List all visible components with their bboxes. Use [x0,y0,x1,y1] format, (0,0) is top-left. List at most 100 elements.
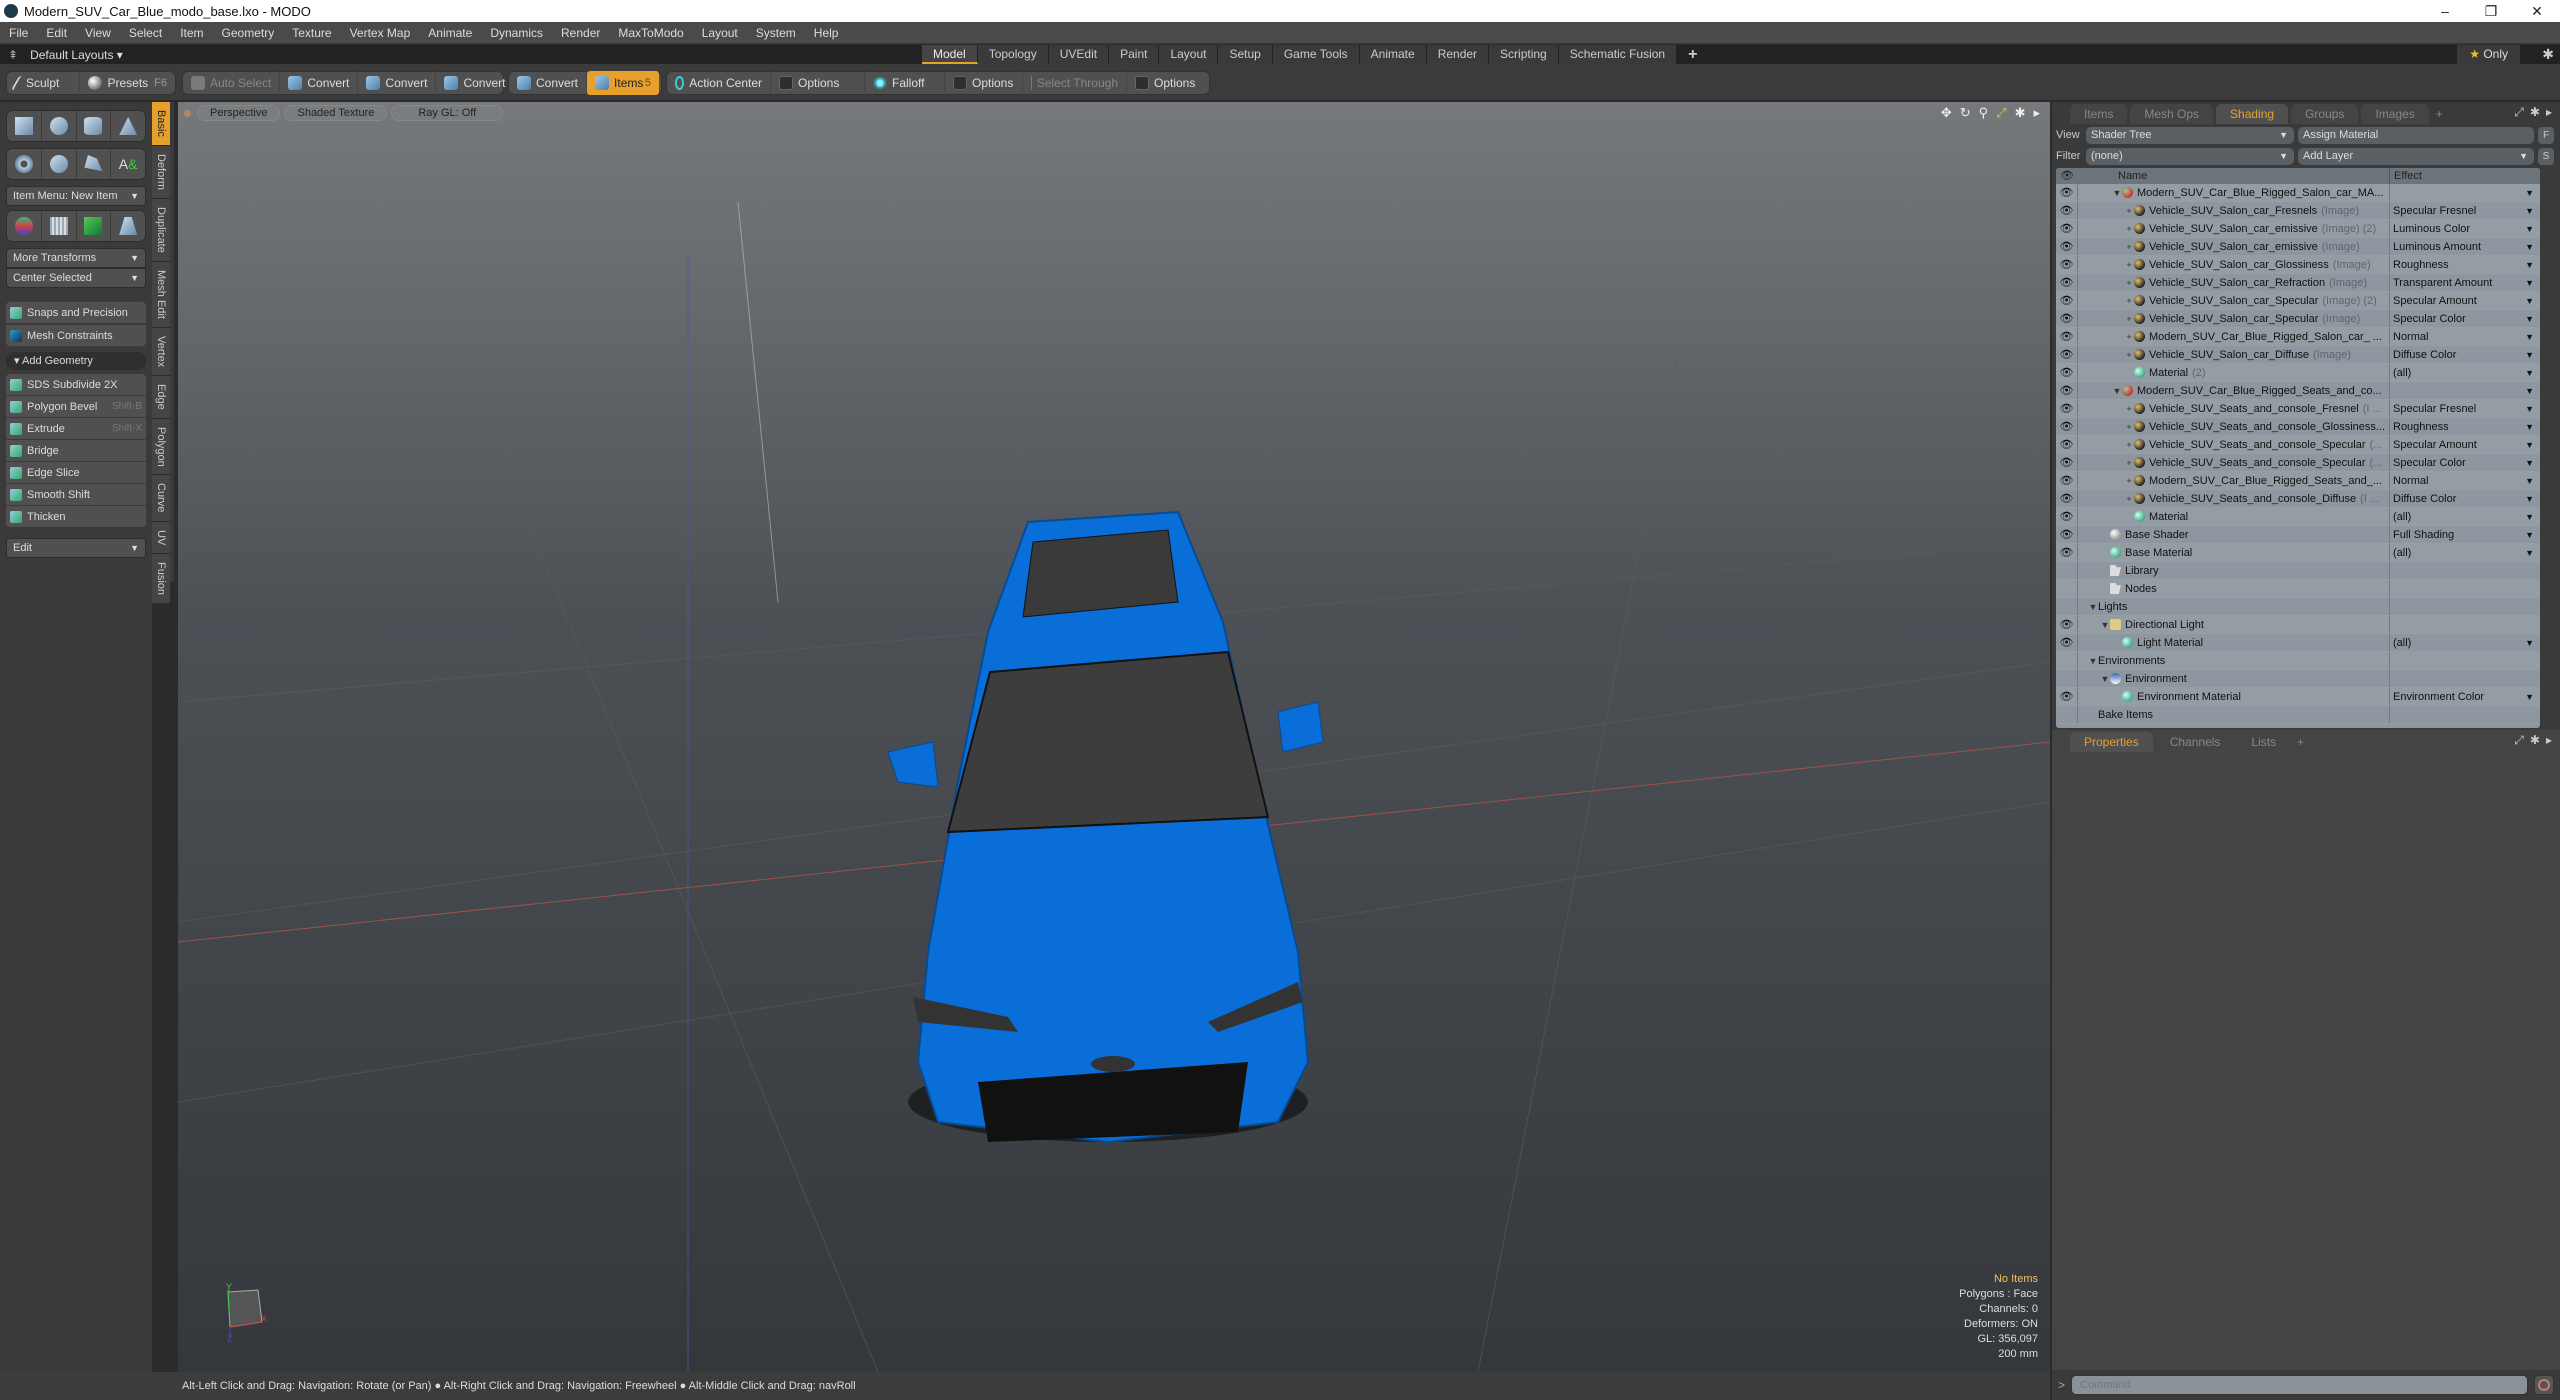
effect-cell[interactable]: Full Shading ▼ [2390,526,2540,543]
panel-tab-items[interactable]: Items [2070,104,2128,124]
convert-polygons-button[interactable]: Convert [436,71,513,95]
chevron-down-icon[interactable]: ▼ [2525,382,2534,400]
chevron-down-icon[interactable]: ▼ [2525,292,2534,310]
f-button[interactable]: F [2538,126,2554,144]
palette-tab-polygon[interactable]: Polygon [152,418,170,476]
maximize-panel-icon[interactable]: ⤢ [2514,105,2524,120]
effect-cell[interactable]: Roughness ▼ [2390,418,2540,435]
view-select[interactable]: Shader Tree ▼ [2086,126,2294,144]
shader-tree-row[interactable]: ▼ Environments [2056,652,2540,670]
tool-bridge[interactable]: Bridge [6,440,146,462]
mesh-constraints-button[interactable]: Mesh Constraints [6,325,146,347]
select-through-options-button[interactable]: Options [1127,71,1203,95]
visibility-eye-icon[interactable]: 👁 [2056,364,2078,381]
expand-plus-icon[interactable]: + [2124,490,2134,507]
tab-setup[interactable]: Setup [1218,45,1273,64]
taper-tool[interactable] [111,211,145,241]
chevron-down-icon[interactable]: ▼ [2525,472,2534,490]
visibility-eye-icon[interactable]: 👁 [2056,346,2078,363]
shader-tree-row[interactable]: 👁 + Vehicle_SUV_Salon_car_Fresnels (Image) S… [2056,202,2540,220]
maximize-icon[interactable]: ⤢ [1996,105,2006,121]
palette-tab-curve[interactable]: Curve [152,475,170,522]
shader-tree-row[interactable]: 👁 + Vehicle_SUV_Seats_and_console_Specular… [2056,436,2540,454]
cube-tool[interactable] [7,111,42,141]
capsule-tool[interactable] [42,149,77,179]
effect-cell[interactable]: Specular Fresnel ▼ [2390,202,2540,219]
effect-cell[interactable]: Specular Amount ▼ [2390,436,2540,453]
chevron-down-icon[interactable]: ▼ [2525,418,2534,436]
visibility-eye-icon[interactable]: 👁 [2056,274,2078,291]
tab-render[interactable]: Render [1426,45,1490,64]
expand-plus-icon[interactable]: + [2124,400,2134,417]
collapse-arrow-icon[interactable]: ▼ [2100,670,2110,687]
auto-select-button[interactable]: Auto Select [183,71,281,95]
chevron-down-icon[interactable]: ▼ [2525,454,2534,472]
effect-cell[interactable]: (all) ▼ [2390,364,2540,381]
collapse-arrow-icon[interactable]: ▼ [2100,616,2110,633]
name-column-header[interactable]: Name [2078,168,2390,184]
menu-help[interactable]: Help [805,26,848,40]
expand-plus-icon[interactable]: + [2124,274,2134,291]
menu-geometry[interactable]: Geometry [213,26,284,40]
shader-tree-row[interactable]: 👁 Base Material (all) ▼ [2056,544,2540,562]
chevron-down-icon[interactable]: ▼ [2525,274,2534,292]
shader-tree-row[interactable]: 👁 Base Shader Full Shading ▼ [2056,526,2540,544]
expand-plus-icon[interactable]: + [2124,220,2134,237]
torus-tool[interactable] [7,149,42,179]
chevron-down-icon[interactable]: ▼ [2525,202,2534,220]
visibility-eye-icon[interactable]: 👁 [2056,688,2078,705]
tool-edge-slice[interactable]: Edge Slice [6,462,146,484]
shader-tree-row[interactable]: 👁 + Vehicle_SUV_Seats_and_console_Glossine… [2056,418,2540,436]
zoom-icon[interactable]: ⚲ [1979,105,1989,121]
assign-material-button[interactable]: Assign Material [2298,126,2534,144]
visibility-eye-icon[interactable]: 👁 [2056,436,2078,453]
viewport-menu-dot[interactable] [184,109,191,117]
chevron-down-icon[interactable]: ▼ [2525,436,2534,454]
palette-tab-deform[interactable]: Deform [152,145,170,199]
panel-tab-lists[interactable]: Lists [2237,732,2291,752]
chevron-down-icon[interactable]: ▼ [2525,688,2534,706]
visibility-eye-icon[interactable]: 👁 [2056,292,2078,309]
convert-edges-button[interactable]: Convert [358,71,437,95]
chevron-down-icon[interactable]: ▼ [2525,256,2534,274]
transform-tool[interactable] [7,211,42,241]
shader-tree-row[interactable]: 👁 + Vehicle_SUV_Salon_car_Specular (Image) … [2056,292,2540,310]
add-panel-tab-button[interactable]: + [2293,732,2308,752]
shader-tree-row[interactable]: Nodes [2056,580,2540,598]
effect-cell[interactable]: Specular Amount ▼ [2390,292,2540,309]
effect-cell[interactable]: Transparent Amount ▼ [2390,274,2540,291]
shader-tree-row[interactable]: 👁 + Vehicle_SUV_Salon_car_Refraction (Image… [2056,274,2540,292]
expand-plus-icon[interactable]: + [2124,202,2134,219]
palette-tab-edge[interactable]: Edge [152,375,170,419]
panel-gear-icon[interactable]: ✱ [2530,733,2540,748]
effect-cell[interactable]: Normal ▼ [2390,472,2540,489]
palette-tab-mesh-edit[interactable]: Mesh Edit [152,261,170,328]
effect-cell[interactable]: Normal ▼ [2390,328,2540,345]
panel-tab-channels[interactable]: Channels [2155,732,2235,752]
panel-tab-mesh-ops[interactable]: Mesh Ops [2130,104,2214,124]
maximize-panel-icon[interactable]: ⤢ [2514,733,2524,748]
item-menu-dropdown[interactable]: Item Menu: New Item ▼ [6,186,146,206]
view-type-button[interactable]: Perspective [197,105,281,121]
effect-cell[interactable]: Specular Color ▼ [2390,310,2540,327]
pan-icon[interactable]: ✥ [1941,105,1952,121]
shader-tree-row[interactable]: 👁 + Vehicle_SUV_Seats_and_console_Specular… [2056,454,2540,472]
tab-scripting[interactable]: Scripting [1489,45,1559,64]
shader-tree-row[interactable]: 👁 + Vehicle_SUV_Salon_car_Specular (Image) S… [2056,310,2540,328]
chevron-down-icon[interactable]: ▼ [2525,544,2534,562]
visibility-eye-icon[interactable]: 👁 [2056,238,2078,255]
select-through-button[interactable]: Select Through [1023,71,1127,95]
add-layout-tab-button[interactable]: + [1677,45,1710,64]
rotate-icon[interactable]: ↻ [1960,105,1971,121]
raygl-button[interactable]: Ray GL: Off [391,105,504,121]
effect-column-header[interactable]: Effect [2390,168,2540,184]
shader-tree-row[interactable]: 👁 ▼ Modern_SUV_Car_Blue_Rigged_Seats_and_c… [2056,382,2540,400]
expand-plus-icon[interactable]: + [2124,256,2134,273]
shader-tree-row[interactable]: 👁 Material (all) ▼ [2056,508,2540,526]
tool-smooth-shift[interactable]: Smooth Shift [6,484,146,506]
tab-animate[interactable]: Animate [1359,45,1427,64]
layout-pin-icon[interactable]: ⇞ [8,48,18,62]
visibility-eye-icon[interactable]: 👁 [2056,400,2078,417]
shader-tree-row[interactable]: 👁 Material (2) (all) ▼ [2056,364,2540,382]
visibility-eye-icon[interactable]: 👁 [2056,184,2078,201]
